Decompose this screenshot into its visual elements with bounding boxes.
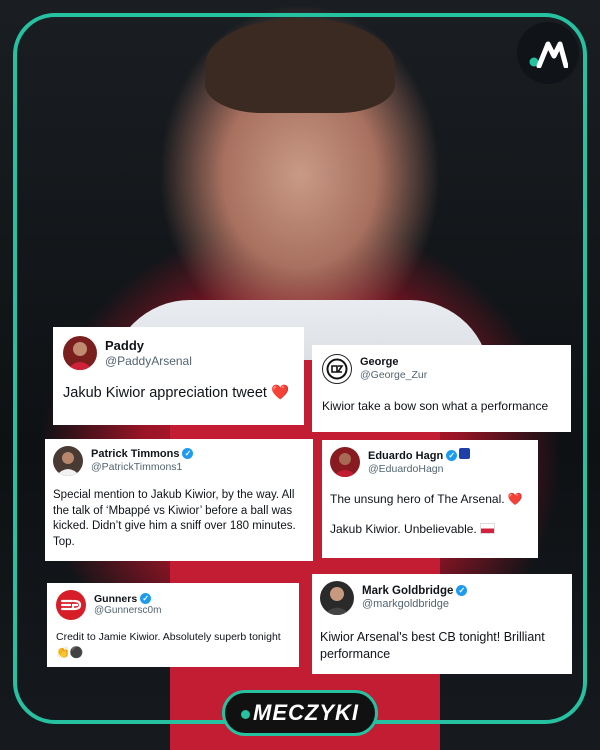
tweet-card[interactable]: Paddy @PaddyArsenal Jakub Kiwior appreci… [53, 327, 304, 425]
person-avatar-icon [320, 581, 354, 615]
player-avatar-icon [330, 447, 360, 477]
post-image: Paddy @PaddyArsenal Jakub Kiwior appreci… [0, 0, 600, 750]
tweet-author-name: Eduardo Hagn [368, 450, 444, 463]
meczyki-logo-badge [517, 22, 579, 84]
player-avatar-icon [53, 446, 83, 476]
tweet-author-name: Paddy [105, 338, 145, 353]
gunners-logo-avatar-icon [56, 590, 86, 620]
verified-badge-icon: ✓ [456, 584, 468, 596]
tweet-text: Special mention to Jakub Kiwior, by the … [53, 489, 296, 548]
tweet-text: Jakub Kiwior appreciation tweet [63, 385, 267, 401]
tweet-text: Kiwior Arsenal's best CB tonight! Brilli… [320, 630, 545, 661]
tweet-text: The unsung hero of The Arsenal. [330, 492, 505, 506]
tweet-author-handle: @markgoldbridge [362, 598, 449, 611]
brand-dot-icon [241, 710, 250, 719]
gz-logo-avatar-icon [322, 354, 352, 384]
tweet-author-handle: @PaddyArsenal [105, 353, 192, 368]
verified-badge-icon: ✓ [182, 448, 194, 460]
tweet-card[interactable]: Patrick Timmons ✓ @PatrickTimmons1 Specia… [45, 439, 313, 561]
tweet-card[interactable]: George @George_Zur Kiwior take a bow son… [312, 345, 571, 432]
player-hair [205, 18, 395, 113]
meczyki-brand-pill: MECZYKI [222, 690, 378, 736]
player-avatar-icon [63, 336, 97, 370]
tweet-author-name: Gunners [94, 592, 138, 605]
tweet-text-line2: Jakub Kiwior. Unbelievable. [330, 522, 477, 537]
heart-emoji: ❤️ [270, 385, 290, 401]
tweet-card[interactable]: Eduardo Hagn ✓ @EduardoHagn The unsung he… [322, 440, 538, 558]
meczyki-m-logo-icon [529, 41, 568, 68]
heart-emoji: ❤️ [507, 492, 523, 506]
verified-badge-icon: ✓ [446, 450, 458, 462]
tweet-text: Credit to Jamie Kiwior. Absolutely super… [56, 631, 281, 643]
tweet-author-handle: @EduardoHagn [368, 463, 444, 476]
poland-flag-icon [480, 523, 496, 535]
tweet-text: Kiwior take a bow son what a performance [322, 399, 549, 413]
clap-emoji: 👏⚫ [56, 647, 84, 660]
eu-flag-icon [459, 448, 471, 460]
tweet-card[interactable]: Gunners ✓ @Gunnersc0m Credit to Jamie Kiw… [47, 583, 299, 667]
tweet-author-name: Mark Goldbridge [362, 584, 454, 597]
tweet-author-handle: @Gunnersc0m [94, 605, 162, 617]
tweet-card[interactable]: Mark Goldbridge ✓ @markgoldbridge Kiwior … [312, 574, 572, 674]
tweet-author-name: George [360, 356, 399, 369]
verified-badge-icon: ✓ [140, 592, 152, 604]
brand-wordmark: MECZYKI [241, 700, 359, 726]
brand-name: MECZYKI [253, 700, 359, 725]
tweet-author-name: Patrick Timmons [91, 448, 180, 461]
tweet-author-handle: @PatrickTimmons1 [91, 461, 183, 474]
tweet-author-handle: @George_Zur [360, 369, 428, 382]
